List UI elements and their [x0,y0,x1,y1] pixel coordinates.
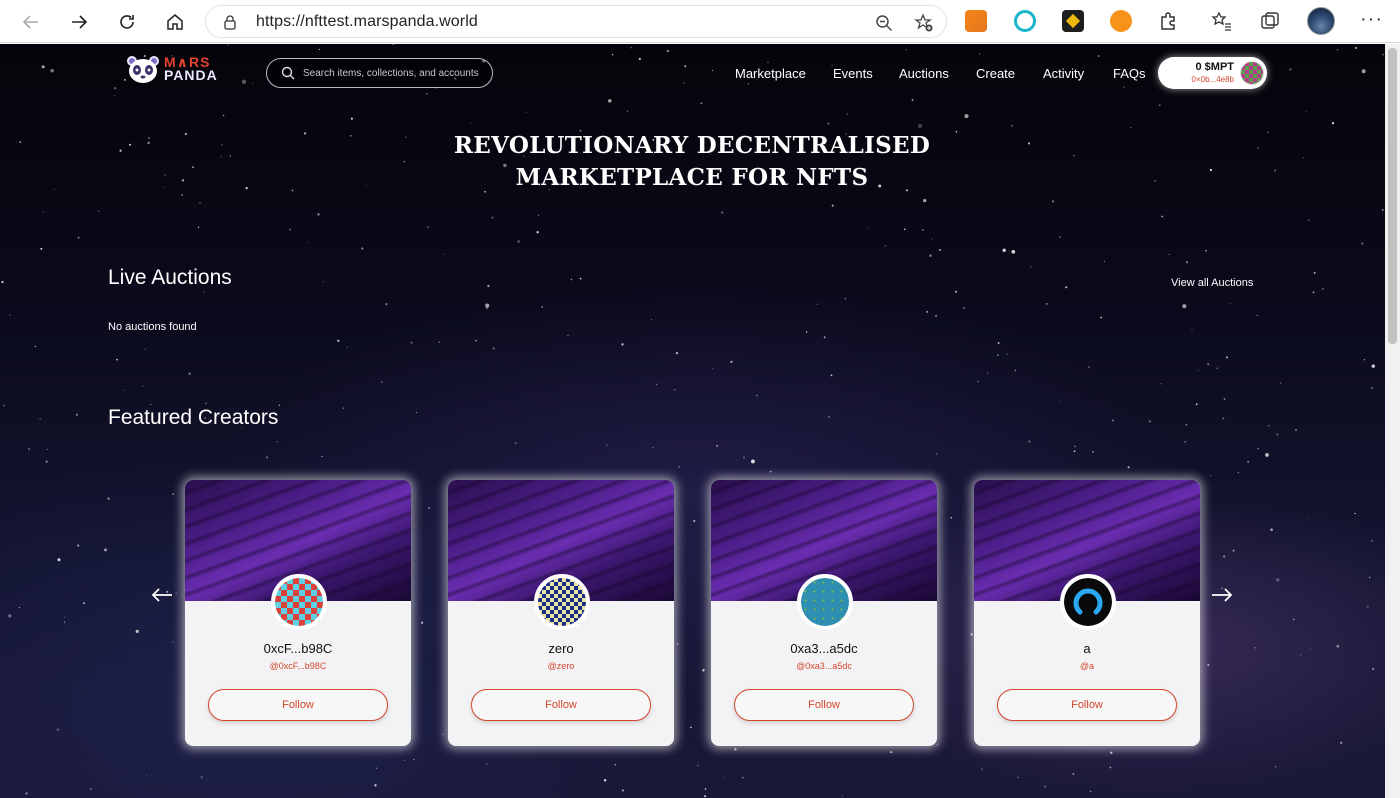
follow-button[interactable]: Follow [471,689,651,721]
creator-card[interactable]: a @a Follow [974,480,1200,746]
creator-handle: @0xa3...a5dc [796,661,852,671]
creator-avatar-image [275,578,323,626]
creator-handle: @zero [547,661,575,671]
metamask-icon[interactable] [965,10,987,32]
creator-avatar-image [1064,578,1112,626]
forward-button[interactable] [64,7,94,37]
carousel-prev-arrow-icon[interactable] [149,582,175,608]
puzzle-icon [1161,12,1175,30]
browser-profile-avatar[interactable] [1307,7,1335,35]
creator-name: 0xcF...b98C [263,641,333,656]
scrollbar-thumb[interactable] [1388,48,1397,344]
site-logo[interactable]: M∧RS PANDA [126,54,218,84]
hero-title: REVOLUTIONARY DECENTRALISED MARKETPLACE … [392,130,992,194]
creator-avatar-image [538,578,586,626]
search-icon [281,66,295,80]
creator-name: a [1083,641,1091,656]
p-coin-icon[interactable] [1110,10,1132,32]
creator-avatar[interactable] [534,574,590,630]
creator-avatar[interactable] [797,574,853,630]
browser-toolbar: https://nfttest.marspanda.world ··· [0,0,1400,43]
home-icon [167,14,183,30]
hero-line-1: REVOLUTIONARY DECENTRALISED [453,132,931,159]
creator-avatar[interactable] [271,574,327,630]
wallet-address: 0×0b...4e8b [1191,75,1234,84]
creator-avatar-image [801,578,849,626]
extensions-puzzle-icon[interactable] [1158,10,1180,32]
zoom-icon[interactable] [874,13,894,33]
search-input[interactable] [303,65,481,81]
arrow-left-icon [22,15,38,29]
back-button[interactable] [16,7,46,37]
binance-icon[interactable] [1062,10,1084,32]
arrow-right-icon [72,15,88,29]
follow-button[interactable]: Follow [997,689,1177,721]
add-favorite-icon[interactable] [914,13,934,33]
nav-create[interactable]: Create [976,66,1015,81]
site-search[interactable] [266,58,493,88]
carousel-next-arrow-icon[interactable] [1209,582,1235,608]
live-auctions-title: Live Auctions [108,266,232,289]
featured-creators-title: Featured Creators [108,406,279,429]
address-bar[interactable]: https://nfttest.marspanda.world [205,5,947,38]
page: M∧RS PANDA Marketplace Events Auctions C… [0,44,1385,798]
refresh-button[interactable] [112,7,142,37]
creator-name: 0xa3...a5dc [790,641,858,656]
nav-events[interactable]: Events [833,66,873,81]
nav-marketplace[interactable]: Marketplace [735,66,806,81]
lock-icon [224,15,236,30]
wallet-balance: 0 $MPT [1195,61,1234,73]
wallet-button[interactable]: 0 $MPT 0×0b...4e8b [1158,57,1267,89]
collections-square-icon [1261,12,1279,29]
creator-handle: @a [1079,661,1095,671]
favorites-icon[interactable] [1211,10,1233,32]
home-button[interactable] [160,7,190,37]
no-auctions-message: No auctions found [108,321,197,333]
nav-faqs[interactable]: FAQs [1113,66,1146,81]
star-list-icon [1211,11,1231,31]
wallet-avatar [1240,61,1264,85]
logo-wordmark: M∧RS PANDA [164,55,218,83]
creator-card[interactable]: 0xcF...b98C @0xcF...b98C Follow [185,480,411,746]
creator-name: zero [548,641,574,656]
nav-activity[interactable]: Activity [1043,66,1084,81]
panda-logo-icon [127,56,159,83]
hero-line-2: MARKETPLACE FOR NFTS [515,164,869,191]
creator-handle: @0xcF...b98C [269,661,327,671]
collections-icon[interactable] [1259,10,1281,32]
creator-avatar[interactable] [1060,574,1116,630]
ring-logo-icon [1073,588,1103,615]
follow-button[interactable]: Follow [208,689,388,721]
creator-card[interactable]: 0xa3...a5dc @0xa3...a5dc Follow [711,480,937,746]
refresh-icon [120,15,134,29]
binance-diamond [1065,13,1081,29]
follow-button[interactable]: Follow [734,689,914,721]
nav-auctions[interactable]: Auctions [899,66,949,81]
browser-menu-button[interactable]: ··· [1360,8,1383,31]
creator-card[interactable]: zero @zero Follow [448,480,674,746]
edge-copilot-icon[interactable] [1014,10,1036,32]
view-all-auctions-link[interactable]: View all Auctions [1171,277,1253,289]
logo-panda-text: PANDA [164,67,218,83]
url-text: https://nfttest.marspanda.world [256,13,478,30]
